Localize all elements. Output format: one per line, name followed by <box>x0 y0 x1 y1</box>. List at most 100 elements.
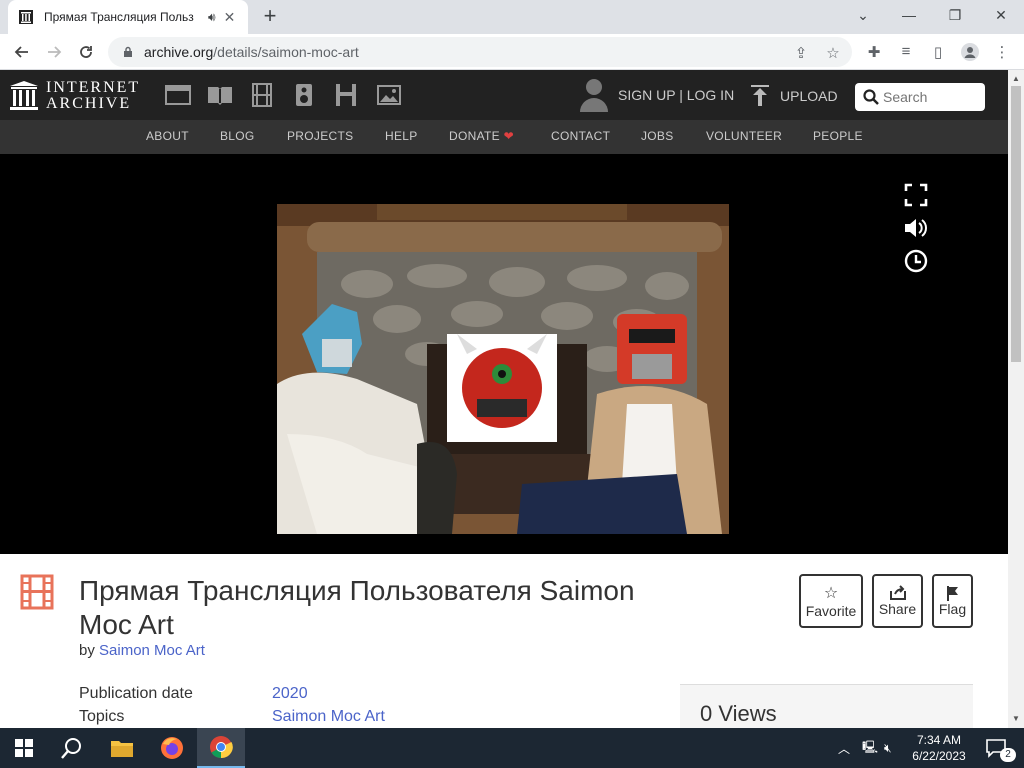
show-hidden-icons[interactable]: ︿ <box>838 728 850 768</box>
close-window-button[interactable]: ✕ <box>978 0 1024 30</box>
firefox-icon <box>161 737 183 759</box>
start-button[interactable] <box>0 728 48 768</box>
ia-search-box[interactable] <box>855 83 985 111</box>
scroll-down-arrow-icon[interactable]: ▼ <box>1012 714 1020 723</box>
browser-menu-icon[interactable]: ⋮ <box>992 43 1012 63</box>
forward-button[interactable] <box>42 40 66 64</box>
extensions-icon[interactable]: ✚ <box>864 43 884 63</box>
meta-value-publication-date[interactable]: 2020 <box>272 685 308 703</box>
search-input[interactable] <box>883 89 979 105</box>
signup-login-link[interactable]: SIGN UP | LOG IN <box>618 87 734 103</box>
url-path: /details/saimon-moc-art <box>213 44 359 60</box>
share-label: Share <box>878 601 917 617</box>
audio-speaker-icon[interactable] <box>290 82 318 108</box>
item-details: Прямая Трансляция Пользователя Saimon Mo… <box>0 554 1008 744</box>
meta-value-topics[interactable]: Saimon Moc Art <box>272 708 385 726</box>
archive-building-icon <box>10 81 38 110</box>
notification-count-badge: 2 <box>1000 748 1016 762</box>
clock-date: 6/22/2023 <box>912 749 966 763</box>
video-film-icon[interactable] <box>248 82 276 108</box>
folder-icon <box>111 741 133 757</box>
share-arrow-icon <box>889 585 906 600</box>
user-avatar-icon <box>580 79 608 112</box>
logo-line-1: INTERNET <box>46 79 141 96</box>
back-button[interactable] <box>10 40 34 64</box>
volume-icon[interactable] <box>903 215 929 241</box>
url-text: archive.org/details/saimon-moc-art <box>144 44 359 60</box>
views-count: 0 Views <box>700 701 777 726</box>
new-tab-button[interactable]: + <box>258 4 282 28</box>
web-icon[interactable] <box>164 82 192 108</box>
software-floppy-icon[interactable] <box>332 82 360 108</box>
flag-label: Flag <box>938 601 967 617</box>
forward-arrow-icon <box>48 46 62 58</box>
images-icon[interactable] <box>374 82 402 108</box>
upload-button[interactable]: UPLOAD <box>750 85 838 107</box>
share-button[interactable]: Share <box>872 574 923 628</box>
side-panel-icon[interactable]: ▯ <box>928 43 948 63</box>
chrome-button[interactable] <box>197 728 245 768</box>
ia-logo[interactable]: INTERNET ARCHIVE <box>10 80 140 112</box>
upload-arrow-icon <box>751 85 769 106</box>
address-bar[interactable]: archive.org/details/saimon-moc-art ⇪ ☆ <box>108 37 852 67</box>
account-area[interactable]: SIGN UP | LOG IN <box>580 78 734 112</box>
taskbar-clock[interactable]: 7:34 AM 6/22/2023 <box>900 732 978 764</box>
nav-about[interactable]: ABOUT <box>146 129 189 143</box>
browser-tab[interactable]: Прямая Трансляция Польз 🔊︎ ✕ <box>8 0 248 34</box>
movie-type-icon <box>20 574 54 610</box>
audio-playing-icon[interactable]: 🔊︎ <box>208 10 216 25</box>
tab-search-icon[interactable]: ⌄ <box>840 0 886 30</box>
page-scrollbar[interactable]: ▲ ▼ <box>1008 70 1024 728</box>
author-link[interactable]: Saimon Moc Art <box>99 642 205 659</box>
meta-label-topics: Topics <box>79 708 125 725</box>
clock-time: 7:34 AM <box>916 733 962 747</box>
volume-muted-icon[interactable]: 🔇︎ <box>884 728 892 768</box>
meta-label-publication-date: Publication date <box>79 685 193 702</box>
nav-people[interactable]: PEOPLE <box>813 129 863 143</box>
nav-volunteer[interactable]: VOLUNTEER <box>706 129 782 143</box>
reload-icon <box>80 46 92 58</box>
back-arrow-icon <box>14 46 28 58</box>
byline: by Saimon Moc Art <box>79 642 205 659</box>
nav-projects[interactable]: PROJECTS <box>287 129 353 143</box>
reload-button[interactable] <box>74 40 98 64</box>
upload-label: UPLOAD <box>780 88 838 104</box>
close-tab-icon[interactable]: ✕ <box>224 9 236 26</box>
windows-taskbar: ︿ 🖳︎ 🔇︎ 7:34 AM 6/22/2023 2 <box>0 728 1024 768</box>
firefox-button[interactable] <box>148 728 196 768</box>
favorite-button[interactable]: ☆ Favorite <box>799 574 863 628</box>
nav-help[interactable]: HELP <box>385 129 418 143</box>
video-player[interactable] <box>0 154 1008 554</box>
scroll-up-arrow-icon[interactable]: ▲ <box>1012 74 1020 83</box>
file-explorer-button[interactable] <box>98 728 146 768</box>
chrome-icon <box>210 736 233 759</box>
nav-blog[interactable]: BLOG <box>220 129 255 143</box>
media-controls-icon[interactable]: ≡ <box>896 43 916 63</box>
restore-button[interactable]: ❐ <box>932 0 978 30</box>
video-frame-image <box>277 204 729 534</box>
nav-donate[interactable]: DONATE ❤ <box>449 129 514 143</box>
network-icon[interactable]: 🖳︎ <box>862 728 878 768</box>
heart-icon: ❤ <box>503 129 514 143</box>
search-icon <box>863 89 879 105</box>
texts-book-icon[interactable] <box>206 82 234 108</box>
taskbar-search-button[interactable] <box>48 728 96 768</box>
flag-button[interactable]: Flag <box>932 574 973 628</box>
flag-icon <box>946 586 958 601</box>
share-icon[interactable]: ⇪ <box>792 44 810 62</box>
lock-icon <box>124 46 132 57</box>
search-magnifier-icon <box>61 738 81 759</box>
nav-contact[interactable]: CONTACT <box>551 129 610 143</box>
ia-header: INTERNET ARCHIVE SIGN UP | LOG IN UPLOAD <box>0 70 1008 120</box>
profile-avatar-icon[interactable] <box>960 43 980 63</box>
scrollbar-thumb[interactable] <box>1011 86 1021 362</box>
fullscreen-icon[interactable] <box>903 182 929 208</box>
ia-logo-text: INTERNET ARCHIVE <box>46 80 140 112</box>
bookmark-star-icon[interactable]: ☆ <box>824 44 842 62</box>
clock-timestamp-icon[interactable] <box>903 248 929 274</box>
nav-jobs[interactable]: JOBS <box>641 129 674 143</box>
ia-nav-bar: ABOUT BLOG PROJECTS HELP DONATE ❤ CONTAC… <box>0 120 1008 154</box>
minimize-button[interactable]: — <box>886 0 932 30</box>
by-label: by <box>79 642 95 659</box>
star-icon: ☆ <box>823 585 839 602</box>
